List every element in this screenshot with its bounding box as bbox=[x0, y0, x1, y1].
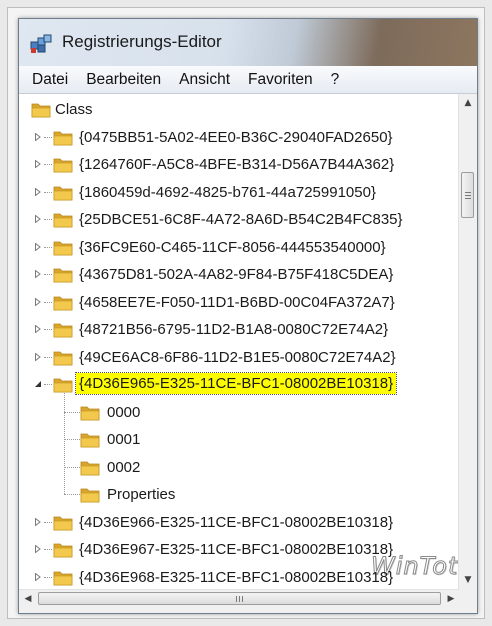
expand-triangle-icon[interactable] bbox=[34, 545, 42, 553]
menu-help[interactable]: ? bbox=[331, 71, 340, 89]
tree-node-label: {48721B56-6795-11D2-B1A8-0080C72E74A2} bbox=[79, 321, 389, 338]
window-title: Registrierungs-Editor bbox=[62, 32, 222, 51]
tree-node-label: {4D36E967-E325-11CE-BFC1-08002BE10318} bbox=[79, 541, 394, 558]
folder-icon bbox=[53, 351, 73, 365]
horizontal-scrollbar[interactable]: ◀ ▶ bbox=[19, 589, 460, 608]
tree-node-label: {36FC9E60-C465-11CF-8056-444553540000} bbox=[79, 238, 386, 256]
menu-datei[interactable]: Datei bbox=[32, 71, 68, 89]
expand-triangle-icon[interactable] bbox=[34, 242, 42, 251]
regedit-icon bbox=[30, 34, 52, 53]
horizontal-scroll-thumb[interactable] bbox=[38, 592, 441, 605]
menu-ansicht[interactable]: Ansicht bbox=[179, 71, 230, 89]
folder-icon bbox=[53, 516, 73, 530]
expand-triangle-icon[interactable] bbox=[34, 270, 42, 278]
tree-child-node[interactable]: 0000 bbox=[19, 399, 460, 426]
scroll-down-arrow-icon[interactable]: ▼ bbox=[459, 571, 477, 589]
tree-node-label: {4D36E966-E325-11CE-BFC1-08002BE10318} bbox=[79, 513, 394, 531]
tree-node-label: 0001 bbox=[107, 431, 141, 448]
expand-triangle-icon[interactable] bbox=[34, 132, 42, 141]
window-bottom-edge bbox=[19, 607, 477, 613]
tree-node-label: 0000 bbox=[107, 403, 141, 421]
tree-node[interactable]: {4D36E967-E325-11CE-BFC1-08002BE10318} bbox=[19, 536, 460, 563]
tree-node[interactable]: {0475BB51-5A02-4EE0-B36C-29040FAD2650} bbox=[19, 124, 460, 151]
tree-node-label: {49CE6AC8-6F86-11D2-B1E5-0080C72E74A2} bbox=[79, 348, 396, 366]
expand-triangle-icon[interactable] bbox=[34, 572, 42, 581]
tree-node-label: {1860459d-4692-4825-b761-44a725991050} bbox=[79, 183, 376, 201]
tree-node-label: {0475BB51-5A02-4EE0-B36C-29040FAD2650} bbox=[79, 128, 393, 146]
tree-node-class[interactable]: Class bbox=[19, 96, 460, 123]
expand-triangle-icon[interactable] bbox=[34, 160, 42, 168]
expand-triangle-icon[interactable] bbox=[34, 215, 42, 223]
folder-icon bbox=[53, 241, 73, 255]
menu-bar: Datei Bearbeiten Ansicht Favoriten ? bbox=[19, 66, 477, 94]
folder-icon bbox=[80, 461, 100, 475]
scroll-left-arrow-icon[interactable]: ◀ bbox=[19, 590, 37, 608]
folder-icon bbox=[53, 213, 73, 228]
tree-node[interactable]: {48721B56-6795-11D2-B1A8-0080C72E74A2} bbox=[19, 316, 460, 343]
folder-icon bbox=[80, 433, 100, 448]
folder-icon bbox=[53, 543, 73, 558]
folder-icon bbox=[80, 488, 100, 503]
tree-node-label: 0002 bbox=[107, 458, 141, 476]
scrollbar-corner bbox=[459, 589, 477, 607]
registry-tree[interactable]: WinTotal Class{0475BB51-5A02-4EE0-B36C-2… bbox=[19, 94, 460, 589]
tree-node[interactable]: {4D36E966-E325-11CE-BFC1-08002BE10318} bbox=[19, 509, 460, 536]
menu-bearbeiten[interactable]: Bearbeiten bbox=[86, 71, 161, 89]
folder-icon bbox=[31, 103, 51, 118]
tree-node-label: {25DBCE51-6C8F-4A72-8A6D-B54C2B4FC835} bbox=[79, 211, 403, 228]
tree-node-label: Class bbox=[55, 101, 93, 118]
collapse-triangle-icon[interactable] bbox=[34, 380, 42, 388]
tree-node-label: {43675D81-502A-4A82-9F84-B75F418C5DEA} bbox=[79, 266, 394, 283]
folder-icon bbox=[53, 296, 73, 310]
tree-node-label: {4D36E968-E325-11CE-BFC1-08002BE10318} bbox=[79, 568, 394, 586]
scroll-right-arrow-icon[interactable]: ▶ bbox=[442, 590, 460, 608]
folder-icon bbox=[53, 158, 73, 173]
tree-node[interactable]: {36FC9E60-C465-11CF-8056-444553540000} bbox=[19, 234, 460, 261]
tree-child-node[interactable]: 0002 bbox=[19, 454, 460, 481]
expand-triangle-icon[interactable] bbox=[34, 517, 42, 526]
scroll-up-arrow-icon[interactable]: ▲ bbox=[459, 94, 477, 112]
vertical-scrollbar[interactable]: ▲ ▼ bbox=[458, 94, 477, 589]
expand-triangle-icon[interactable] bbox=[34, 187, 42, 196]
tree-node[interactable]: {25DBCE51-6C8F-4A72-8A6D-B54C2B4FC835} bbox=[19, 206, 460, 233]
tree-node[interactable]: {1860459d-4692-4825-b761-44a725991050} bbox=[19, 179, 460, 206]
folder-icon bbox=[53, 268, 73, 283]
registry-editor-window: Registrierungs-Editor Datei Bearbeiten A… bbox=[18, 18, 478, 614]
expand-triangle-icon[interactable] bbox=[34, 297, 42, 306]
tree-node[interactable]: {49CE6AC8-6F86-11D2-B1E5-0080C72E74A2} bbox=[19, 344, 460, 371]
folder-icon bbox=[53, 378, 73, 393]
menu-favoriten[interactable]: Favoriten bbox=[248, 71, 313, 89]
folder-icon bbox=[53, 131, 73, 145]
tree-node-label: {4658EE7E-F050-11D1-B6BD-00C04FA372A7} bbox=[79, 293, 395, 311]
expand-triangle-icon[interactable] bbox=[34, 352, 42, 361]
folder-icon bbox=[53, 571, 73, 585]
folder-icon bbox=[80, 406, 100, 420]
tree-node[interactable]: {4D36E965-E325-11CE-BFC1-08002BE10318} bbox=[19, 371, 460, 398]
tree-node[interactable]: {43675D81-502A-4A82-9F84-B75F418C5DEA} bbox=[19, 261, 460, 288]
tree-node[interactable]: {4658EE7E-F050-11D1-B6BD-00C04FA372A7} bbox=[19, 289, 460, 316]
tree-node[interactable]: {1264760F-A5C8-4BFE-B314-D56A7B44A362} bbox=[19, 151, 460, 178]
tree-node[interactable]: {4D36E968-E325-11CE-BFC1-08002BE10318} bbox=[19, 564, 460, 590]
tree-node-label: {4D36E965-E325-11CE-BFC1-08002BE10318} bbox=[74, 372, 398, 395]
tree-child-node[interactable]: Properties bbox=[19, 481, 460, 508]
tree-node-label: Properties bbox=[107, 486, 176, 503]
tree-child-node[interactable]: 0001 bbox=[19, 426, 460, 453]
folder-icon bbox=[53, 323, 73, 338]
tree-node-label: {1264760F-A5C8-4BFE-B314-D56A7B44A362} bbox=[79, 156, 395, 173]
tree-connector-line bbox=[64, 393, 65, 494]
title-bar[interactable]: Registrierungs-Editor bbox=[19, 19, 477, 67]
vertical-scroll-thumb[interactable] bbox=[461, 172, 474, 218]
folder-icon bbox=[53, 186, 73, 200]
expand-triangle-icon[interactable] bbox=[34, 325, 42, 333]
